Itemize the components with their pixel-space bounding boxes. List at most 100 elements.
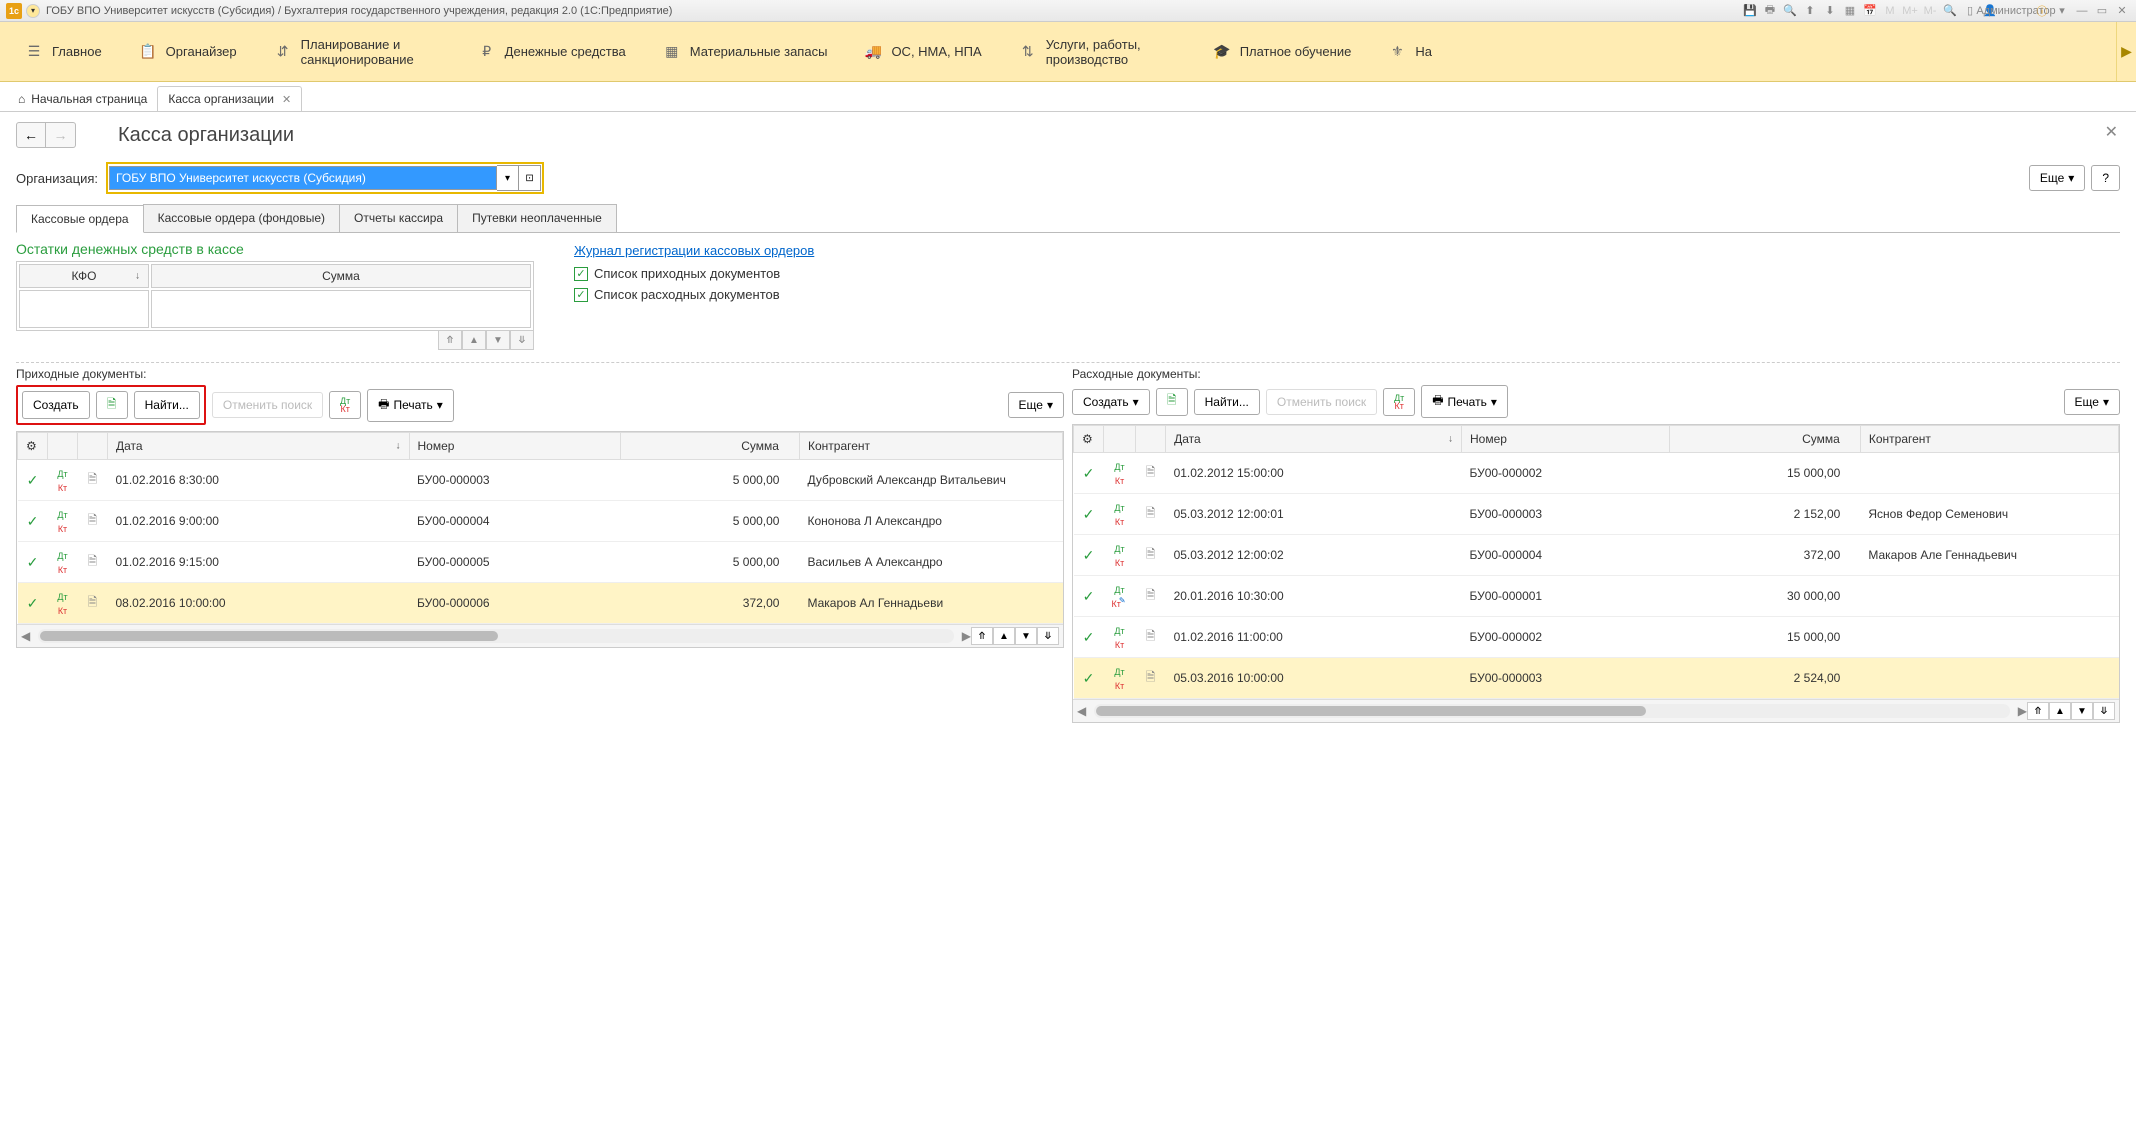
close-page-icon[interactable]: ✕	[2105, 122, 2118, 142]
col-sum[interactable]: Сумма	[621, 433, 800, 460]
nav-assets[interactable]: 🚚ОС, НМА, НПА	[847, 38, 999, 66]
table-row[interactable]: ✓ДтКт🗎05.03.2016 10:00:00БУ00-0000032 52…	[1074, 658, 2119, 699]
create-button[interactable]: Создать	[22, 391, 90, 419]
col-date[interactable]: Дата↓	[1166, 426, 1462, 453]
nav-up-button[interactable]: ▲	[993, 627, 1015, 645]
col-agent[interactable]: Контрагент	[799, 433, 1062, 460]
col-doc[interactable]	[78, 433, 108, 460]
table-row[interactable]: ✓ДтКт🗎05.03.2012 12:00:01БУ00-0000032 15…	[1074, 494, 2119, 535]
copy-button[interactable]: 🗎	[1156, 388, 1188, 416]
maximize-icon[interactable]: ▭	[2094, 3, 2110, 19]
nav-materials[interactable]: ▦Материальные запасы	[646, 38, 846, 66]
inner-tab-fund-orders[interactable]: Кассовые ордера (фондовые)	[143, 204, 340, 232]
col-sum[interactable]: Сумма	[151, 264, 531, 288]
find-button[interactable]: Найти...	[134, 391, 200, 419]
table-row[interactable]: ✓ДтКт🗎01.02.2016 9:15:00БУ00-0000055 000…	[18, 542, 1063, 583]
check-income-row[interactable]: ✓Список приходных документов	[574, 266, 814, 281]
user-name[interactable]: Администратор	[2008, 3, 2024, 19]
nav-back-button[interactable]: ←	[16, 122, 46, 148]
nav-first-button[interactable]: ⤊	[971, 627, 993, 645]
org-dropdown-button[interactable]: ▾	[497, 165, 519, 191]
ribbon-scroll-right-icon[interactable]: ▶	[2116, 22, 2136, 81]
more-button[interactable]: Еще ▾	[2029, 165, 2085, 191]
checkbox-icon[interactable]: ✓	[574, 288, 588, 302]
checkbox-icon[interactable]: ✓	[574, 267, 588, 281]
m-icon[interactable]: M	[1882, 3, 1898, 19]
dtkt-button[interactable]: ДтКт	[1383, 388, 1415, 416]
inner-tab-orders[interactable]: Кассовые ордера	[16, 205, 144, 233]
dtkt-button[interactable]: ДтКт	[329, 391, 361, 419]
nav-down-button[interactable]: ▼	[2071, 702, 2093, 720]
nav-main[interactable]: ☰Главное	[8, 38, 120, 66]
col-config[interactable]: ⚙	[18, 433, 48, 460]
table-row[interactable]: ✓ДтКт🗎01.02.2016 8:30:00БУ00-0000035 000…	[18, 460, 1063, 501]
more-button[interactable]: Еще ▾	[2064, 389, 2120, 415]
nav-up-button[interactable]: ▲	[462, 330, 486, 350]
col-number[interactable]: Номер	[409, 433, 621, 460]
info-icon[interactable]: ⓘ	[2034, 3, 2050, 19]
help-button[interactable]: ?	[2091, 165, 2120, 191]
nav-education[interactable]: 🎓Платное обучение	[1196, 38, 1370, 66]
nav-services[interactable]: ⇅Услуги, работы, производство	[1002, 31, 1194, 73]
table-row[interactable]: ✓ДтКт🗎08.02.2016 10:00:00БУ00-000006372,…	[18, 583, 1063, 624]
nav-forward-button[interactable]: →	[46, 122, 76, 148]
nav-down-button[interactable]: ▼	[486, 330, 510, 350]
nav-first-button[interactable]: ⤊	[2027, 702, 2049, 720]
col-kfo[interactable]: КФО↓	[19, 264, 149, 288]
col-sum[interactable]: Сумма	[1669, 426, 1860, 453]
nav-up-button[interactable]: ▲	[2049, 702, 2071, 720]
org-input[interactable]: ГОБУ ВПО Университет искусств (Субсидия)	[109, 166, 497, 190]
col-dtkt[interactable]	[48, 433, 78, 460]
table-row[interactable]: ✓ДтКт🗎01.02.2016 9:00:00БУ00-0000045 000…	[18, 501, 1063, 542]
nav-organizer[interactable]: 📋Органайзер	[122, 38, 255, 66]
nav-last-button[interactable]: ⤋	[510, 330, 534, 350]
check-expense-row[interactable]: ✓Список расходных документов	[574, 287, 814, 302]
zoom-icon[interactable]: 🔍	[1942, 3, 1958, 19]
table-row[interactable]: ✓ДтКт🗎20.01.2016 10:30:00БУ00-00000130 0…	[1074, 576, 2119, 617]
m-plus-icon[interactable]: M+	[1902, 3, 1918, 19]
find-button[interactable]: Найти...	[1194, 389, 1260, 415]
nav-money[interactable]: ₽Денежные средства	[461, 38, 644, 66]
scroll-left-icon[interactable]: ◀	[1077, 704, 1086, 718]
col-agent[interactable]: Контрагент	[1860, 426, 2118, 453]
org-open-button[interactable]: ⊡	[519, 165, 541, 191]
inner-tab-vouchers[interactable]: Путевки неоплаченные	[457, 204, 617, 232]
nav-down-button[interactable]: ▼	[1015, 627, 1037, 645]
print-button[interactable]: 🖶 Печать ▾	[367, 389, 454, 422]
scroll-left-icon[interactable]: ◀	[21, 629, 30, 643]
col-number[interactable]: Номер	[1461, 426, 1669, 453]
tab-close-icon[interactable]: ✕	[282, 93, 291, 106]
more-button[interactable]: Еще ▾	[1008, 392, 1064, 418]
col-date[interactable]: Дата↓	[108, 433, 410, 460]
h-scrollbar[interactable]	[1094, 704, 2010, 718]
scroll-right-icon[interactable]: ▶	[962, 629, 971, 643]
titlebar-dropdown-icon[interactable]: ▾	[26, 4, 40, 18]
print-icon[interactable]: 🖶	[1762, 3, 1778, 19]
print-button[interactable]: 🖶 Печать ▾	[1421, 385, 1508, 418]
copy-button[interactable]: 🗎	[96, 391, 128, 419]
upload-icon[interactable]: ⬆	[1802, 3, 1818, 19]
close-window-icon[interactable]: ✕	[2114, 3, 2130, 19]
nav-last-button[interactable]: ⤋	[1037, 627, 1059, 645]
col-doc[interactable]	[1136, 426, 1166, 453]
preview-icon[interactable]: 🔍	[1782, 3, 1798, 19]
calendar-icon[interactable]: 📅	[1862, 3, 1878, 19]
scroll-right-icon[interactable]: ▶	[2018, 704, 2027, 718]
m-minus-icon[interactable]: M-	[1922, 3, 1938, 19]
grid-icon[interactable]: ▦	[1842, 3, 1858, 19]
table-row[interactable]: ✓ДтКт🗎01.02.2016 11:00:00БУ00-00000215 0…	[1074, 617, 2119, 658]
inner-tab-cashier-reports[interactable]: Отчеты кассира	[339, 204, 458, 232]
table-row[interactable]: ✓ДтКт🗎05.03.2012 12:00:02БУ00-000004372,…	[1074, 535, 2119, 576]
nav-last-button[interactable]: ⤋	[2093, 702, 2115, 720]
nav-next[interactable]: ⚜На	[1371, 38, 1450, 66]
create-button[interactable]: Создать ▾	[1072, 389, 1150, 415]
h-scrollbar[interactable]	[38, 629, 954, 643]
table-row[interactable]: ✓ДтКт🗎01.02.2012 15:00:00БУ00-00000215 0…	[1074, 453, 2119, 494]
nav-planning[interactable]: ⇵Планирование и санкционирование	[257, 31, 459, 73]
col-config[interactable]: ⚙	[1074, 426, 1104, 453]
home-tab[interactable]: ⌂ Начальная страница	[8, 87, 157, 111]
col-dtkt[interactable]	[1104, 426, 1136, 453]
download-icon[interactable]: ⬇	[1822, 3, 1838, 19]
journal-link[interactable]: Журнал регистрации кассовых ордеров	[574, 243, 814, 258]
info-dropdown-icon[interactable]: ▾	[2054, 3, 2070, 19]
